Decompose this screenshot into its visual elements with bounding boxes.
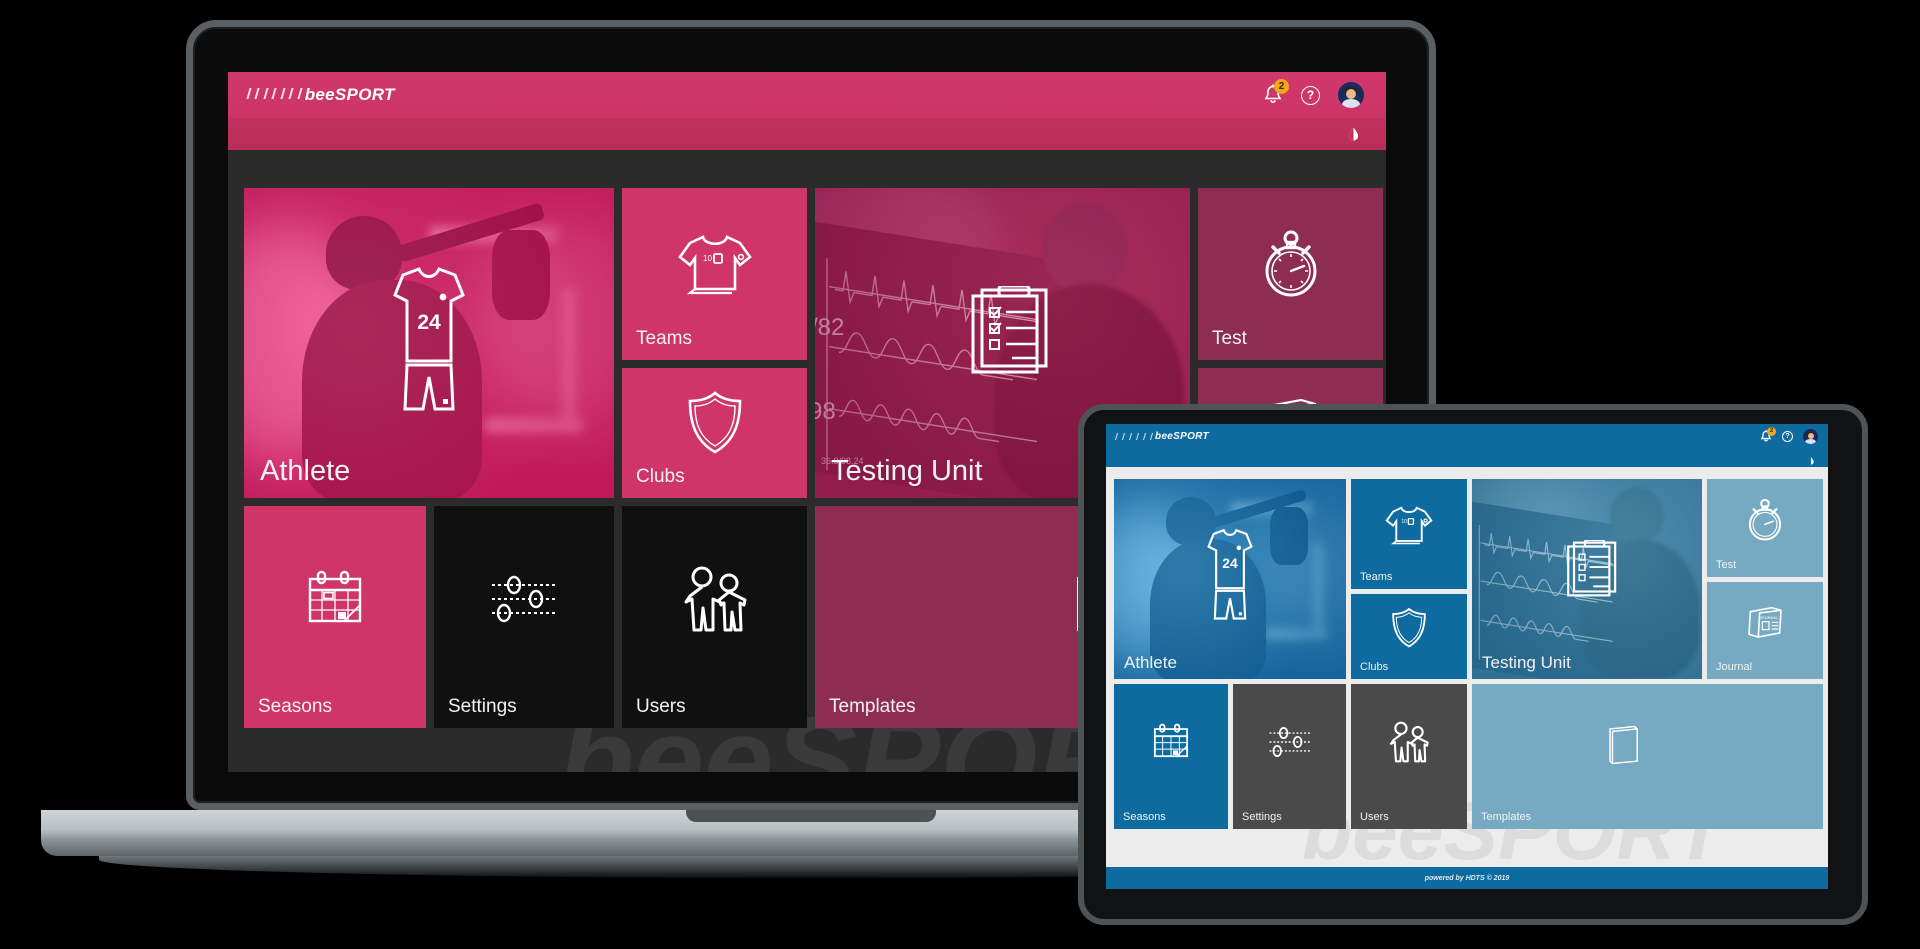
tablet-notification-badge: 2 [1767, 426, 1776, 436]
tile-clubs[interactable]: Clubs [622, 368, 807, 498]
tablet-tile-label-teams: Teams [1360, 571, 1393, 583]
tablet-tile-label-users: Users [1360, 811, 1389, 823]
tile-label-testing-unit: Testing Unit [831, 455, 983, 487]
sliders-icon [488, 575, 560, 623]
tablet-user-avatar[interactable] [1803, 428, 1818, 444]
tablet-tile-label-test: Test [1716, 559, 1737, 571]
tablet-tile-label-athlete: Athlete [1124, 653, 1177, 672]
tablet-content: beeSPORT 24 Athlete 10 Teams Testing Uni… [1106, 467, 1828, 877]
tablet-tile-grid: 24 Athlete 10 Teams Testing Unit Test Cl… [1114, 479, 1823, 829]
clipboard-check-icon [968, 285, 1052, 376]
tablet-tile-label-journal: Journal [1716, 661, 1753, 673]
brand-hatch-icon [246, 86, 305, 104]
tablet-tile-label-settings: Settings [1242, 811, 1282, 823]
tablet-footer: powered by HDTS © 2019 [1106, 867, 1828, 889]
footer-credit: powered by HDTS © 2019 [1424, 874, 1510, 882]
brand-logo[interactable]: beeSPORT [246, 85, 395, 105]
tile-athlete[interactable]: 24 Athlete [244, 188, 614, 498]
tablet-tile-settings[interactable]: Settings [1233, 684, 1346, 829]
laptop-header: beeSPORT 2 ? [228, 72, 1386, 118]
tablet-tile-test[interactable]: Test [1707, 479, 1823, 577]
tile-label-templates: Templates [829, 696, 916, 717]
brand-name: beeSPORT [304, 85, 395, 104]
tile-label-users: Users [636, 696, 686, 717]
tile-users[interactable]: Users [622, 506, 807, 728]
tablet-book-icon [1605, 724, 1641, 766]
people-icon [678, 566, 752, 632]
tablet-device: beeSPORT 2 ? beeSPORT 24 Athlete 10 Team… [1078, 404, 1868, 925]
tablet-avatar-face [1807, 432, 1814, 439]
tablet-jersey-shorts-icon: 24 [1201, 528, 1259, 623]
tile-label-clubs: Clubs [636, 466, 685, 487]
help-icon-label: ? [1306, 88, 1315, 102]
tablet-tile-athlete[interactable]: 24 Athlete [1114, 479, 1346, 679]
tile-label-settings: Settings [448, 696, 517, 717]
tablet-help-icon-label: ? [1785, 432, 1790, 440]
tablet-tshirt-icon: 10 [1384, 504, 1434, 546]
tablet-newspaper-icon: JOURNAL [1745, 603, 1785, 638]
tablet-help-icon[interactable]: ? [1782, 430, 1793, 442]
user-avatar[interactable] [1338, 82, 1364, 108]
avatar-body [1342, 99, 1360, 108]
tablet-tile-label-templates: Templates [1481, 811, 1532, 823]
help-icon[interactable]: ? [1301, 85, 1320, 105]
jersey-shorts-icon: 24 [383, 265, 475, 415]
tablet-tile-label-seasons: Seasons [1123, 811, 1166, 823]
tile-test[interactable]: Test [1198, 188, 1383, 360]
tablet-clipboard-check-icon [1565, 540, 1619, 598]
tile-label-teams: Teams [636, 328, 692, 349]
tablet-tile-users[interactable]: Users [1351, 684, 1467, 829]
tablet-tile-label-clubs: Clubs [1360, 661, 1389, 673]
tablet-tile-label-testing-unit: Testing Unit [1482, 653, 1571, 672]
tablet-tile-clubs[interactable]: Clubs [1351, 594, 1467, 679]
bell-icon[interactable]: 2 [1263, 79, 1289, 106]
tablet-header-icons: 2 ? [1760, 426, 1818, 444]
tablet-avatar-body [1805, 438, 1816, 444]
contrast-toggle-icon[interactable] [1345, 126, 1362, 143]
calendar-icon [304, 570, 366, 628]
avatar-face [1346, 89, 1356, 99]
tablet-stopwatch-icon [1743, 497, 1787, 544]
tablet-tile-teams[interactable]: 10 Teams [1351, 479, 1467, 589]
tablet-subbar [1106, 448, 1828, 467]
svg-text:24: 24 [417, 311, 441, 334]
tablet-screen: beeSPORT 2 ? beeSPORT 24 Athlete 10 Team… [1106, 424, 1828, 889]
laptop-header-icons: 2 ? [1263, 79, 1364, 108]
tablet-bell-icon[interactable]: 2 [1760, 426, 1776, 443]
tablet-tile-journal[interactable]: JOURNAL Journal [1707, 582, 1823, 679]
tile-teams[interactable]: 10 Teams [622, 188, 807, 360]
tshirt-icon: 10 [676, 231, 754, 297]
stopwatch-icon [1256, 227, 1326, 301]
tile-label-athlete: Athlete [260, 455, 351, 487]
svg-text:10: 10 [703, 254, 712, 263]
tile-seasons[interactable]: Seasons [244, 506, 426, 728]
laptop-subbar [228, 118, 1386, 150]
tablet-brand-hatch-icon [1114, 427, 1155, 445]
tablet-sliders-icon [1267, 727, 1313, 758]
tablet-brand-name: beeSPORT [1155, 430, 1209, 442]
tablet-brand-logo[interactable]: beeSPORT [1114, 427, 1209, 445]
tablet-shield-icon [1390, 607, 1428, 649]
tablet-tile-seasons[interactable]: Seasons [1114, 684, 1228, 829]
svg-text:JOURNAL: JOURNAL [1760, 615, 1779, 620]
svg-text:24: 24 [1222, 555, 1238, 571]
tablet-header: beeSPORT 2 ? [1106, 424, 1828, 448]
shield-icon [685, 390, 745, 456]
tablet-tile-templates[interactable]: Templates [1472, 684, 1823, 829]
svg-text:10: 10 [1401, 519, 1407, 525]
tablet-tile-testing-unit[interactable]: Testing Unit [1472, 479, 1702, 679]
tablet-people-icon [1386, 721, 1432, 763]
laptop-hinge-notch [686, 810, 936, 822]
tile-label-seasons: Seasons [258, 696, 332, 717]
tile-label-test: Test [1212, 328, 1247, 349]
tablet-contrast-toggle-icon[interactable] [1806, 453, 1816, 465]
tablet-calendar-icon [1151, 723, 1191, 761]
notification-badge: 2 [1274, 79, 1289, 94]
tile-settings[interactable]: Settings [434, 506, 614, 728]
